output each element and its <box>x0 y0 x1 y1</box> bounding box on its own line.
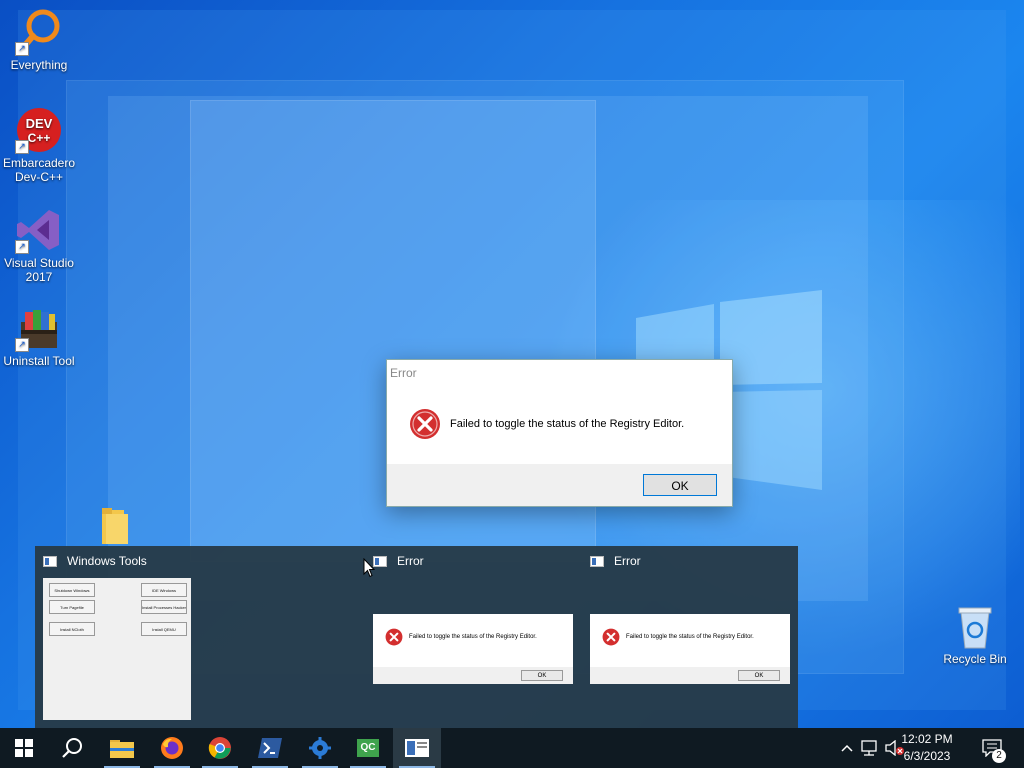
desktop-icon-dev-cpp[interactable]: DEV C++ ↗ Embarcadero Dev-C++ <box>0 106 79 184</box>
taskbar-windows-tools[interactable] <box>393 728 441 768</box>
dialog-message: Failed to toggle the status of the Regis… <box>450 418 685 430</box>
desktop-icon-label: Visual Studio 2017 <box>4 256 74 284</box>
search-button[interactable] <box>48 728 96 768</box>
start-icon <box>15 739 33 757</box>
chevron-up-icon <box>841 744 853 752</box>
thumbnail-error-2[interactable]: Error Failed to toggle the status of the… <box>582 546 797 728</box>
start-button[interactable] <box>0 728 48 768</box>
desktop-icon-everything[interactable]: ↗ Everything <box>0 8 79 72</box>
desktop-icon-label: Uninstall Tool <box>3 354 75 368</box>
desktop-icon-label: Recycle Bin <box>943 652 1007 666</box>
thumbnail-title: Error <box>397 554 424 568</box>
mouse-cursor-icon <box>363 558 375 578</box>
taskbar-thumbnail-popup: Windows Tools Shutdown Windows Turn Page… <box>35 546 798 728</box>
preview-button: Turn Pagefile <box>49 600 95 614</box>
notification-count-badge: 2 <box>992 749 1006 763</box>
chrome-icon <box>208 737 231 759</box>
taskbar-qc[interactable]: QC <box>344 728 392 768</box>
windows-tools-icon <box>405 739 429 757</box>
taskbar-chrome[interactable] <box>196 728 244 768</box>
preview-button: IDE Windows <box>141 583 187 597</box>
thumbnail-header: Windows Tools <box>43 554 147 568</box>
network-button[interactable] <box>858 728 880 768</box>
preview-footer: OK <box>590 667 790 684</box>
file-explorer-icon <box>110 740 134 758</box>
settings-icon <box>309 737 331 759</box>
preview-button: Shutdown Windows <box>49 583 95 597</box>
taskbar-clock[interactable]: 12:02 PM 6/3/2023 <box>892 731 962 765</box>
app-window-icon <box>373 555 387 567</box>
shortcut-arrow-icon: ↗ <box>15 240 29 254</box>
dialog-title: Error <box>390 366 417 380</box>
taskbar-settings-app[interactable] <box>296 728 344 768</box>
shortcut-arrow-icon: ↗ <box>15 140 29 154</box>
desktop-icon-uninstall-tool[interactable]: ↗ Uninstall Tool <box>0 304 79 368</box>
firefox-icon <box>161 737 183 759</box>
dialog-footer: OK <box>387 464 732 506</box>
recycle-bin-icon <box>951 602 999 650</box>
svg-text:DEV: DEV <box>26 116 53 131</box>
uninstall-tool-icon: ↗ <box>15 304 63 352</box>
error-icon <box>385 628 403 646</box>
folder-icon[interactable] <box>100 506 132 546</box>
taskbar-firefox[interactable] <box>148 728 196 768</box>
taskbar: QC 12:02 PM 6/3/2023 2 <box>0 728 1024 768</box>
visual-studio-icon: ↗ <box>15 206 63 254</box>
thumbnail-windows-tools[interactable]: Windows Tools Shutdown Windows Turn Page… <box>35 546 200 728</box>
powershell-icon <box>258 738 282 758</box>
error-dialog-preview: Failed to toggle the status of the Regis… <box>373 614 573 684</box>
preview-message: Failed to toggle the status of the Regis… <box>626 634 754 640</box>
ok-button[interactable]: OK <box>643 474 717 496</box>
desktop-icon-recycle-bin[interactable]: Recycle Bin <box>935 602 1015 666</box>
error-dialog-preview: Failed to toggle the status of the Regis… <box>590 614 790 684</box>
show-hidden-icons-button[interactable] <box>838 728 856 768</box>
error-dialog: Error Failed to toggle the status of the… <box>386 359 733 507</box>
search-icon <box>62 738 82 758</box>
shortcut-arrow-icon: ↗ <box>15 338 29 352</box>
desktop-icon-label: Everything <box>10 58 68 72</box>
thumbnail-header: Error <box>590 554 641 568</box>
windows-tools-preview: Shutdown Windows Turn Pagefile Install N… <box>43 578 191 720</box>
clock-date: 6/3/2023 <box>903 749 951 763</box>
network-icon <box>861 740 877 756</box>
thumbnail-header: Error <box>373 554 424 568</box>
taskbar-powershell[interactable] <box>246 728 294 768</box>
error-icon <box>602 628 620 646</box>
taskbar-file-explorer[interactable] <box>98 728 146 768</box>
action-center-button[interactable] <box>972 728 1012 768</box>
thumbnail-title: Windows Tools <box>67 554 147 568</box>
thumbnail-title: Error <box>614 554 641 568</box>
dev-cpp-icon: DEV C++ ↗ <box>15 106 63 154</box>
error-icon <box>410 409 440 439</box>
preview-button: Install QEMU <box>141 622 187 636</box>
preview-message: Failed to toggle the status of the Regis… <box>409 634 537 640</box>
desktop-icon-visual-studio[interactable]: ↗ Visual Studio 2017 <box>0 206 79 284</box>
preview-footer: OK <box>373 667 573 684</box>
svg-text:C++: C++ <box>28 131 51 145</box>
preview-ok-button: OK <box>521 670 563 681</box>
shortcut-arrow-icon: ↗ <box>15 42 29 56</box>
thumbnail-error-1[interactable]: Error Failed to toggle the status of the… <box>365 546 580 728</box>
desktop-icon-label: Embarcadero Dev-C++ <box>2 156 76 184</box>
everything-icon: ↗ <box>15 8 63 56</box>
app-window-icon <box>590 555 604 567</box>
preview-ok-button: OK <box>738 670 780 681</box>
app-window-icon <box>43 555 57 567</box>
qc-icon: QC <box>357 739 379 757</box>
preview-button: Install Processes Hacker <box>141 600 187 614</box>
preview-button: Install NCloth <box>49 622 95 636</box>
clock-time: 12:02 PM <box>901 732 953 746</box>
